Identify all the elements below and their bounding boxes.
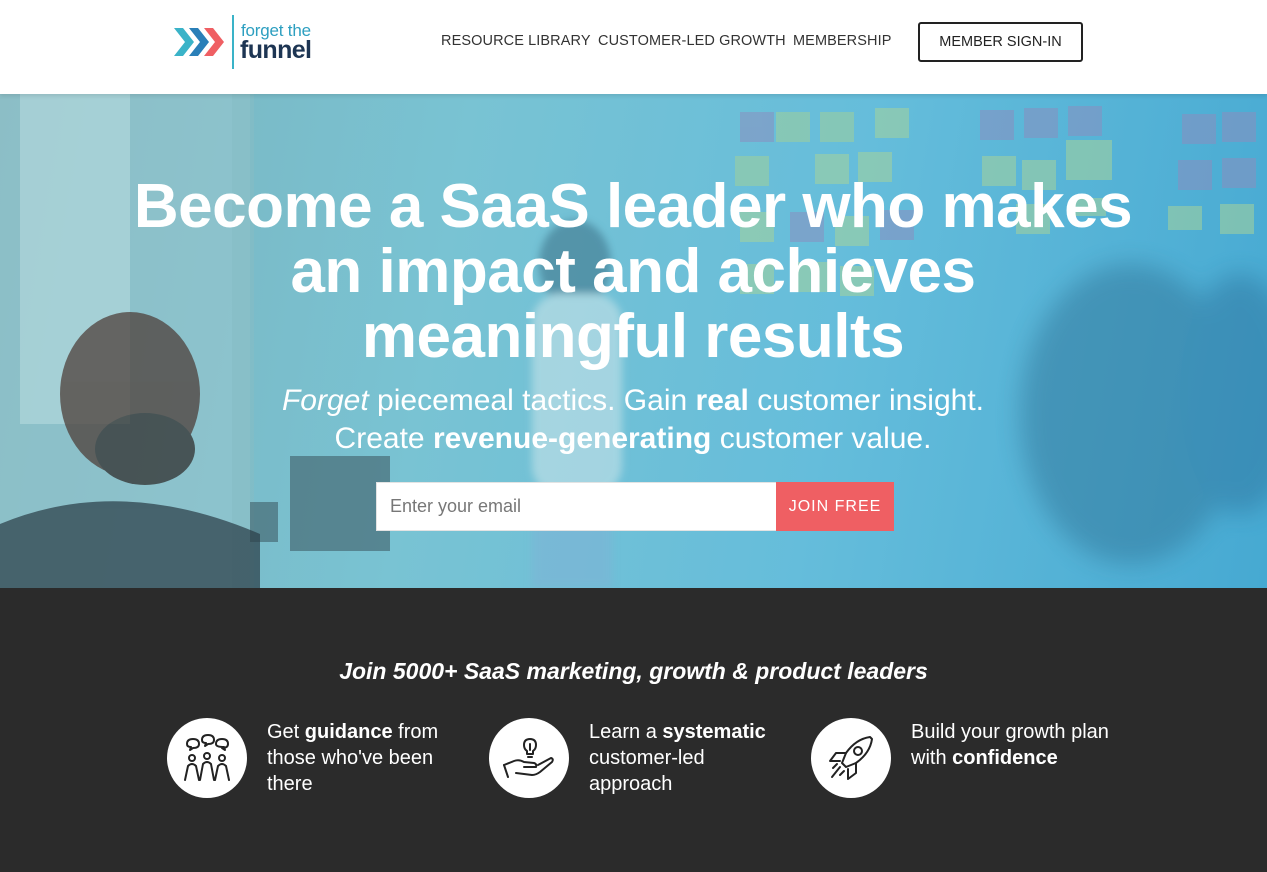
subheadline-line-2: Create revenue-generating customer value… xyxy=(133,420,1133,458)
feature-icon-circle xyxy=(811,718,891,798)
logo-divider xyxy=(232,15,234,69)
hero-subheadline: Forget piecemeal tactics. Gain real cust… xyxy=(133,382,1133,458)
feature-guidance: Get guidance from those who've been ther… xyxy=(167,718,467,798)
people-discussion-icon xyxy=(184,734,230,781)
feature-text-part: Learn a xyxy=(589,721,663,743)
hero-section: Become a SaaS leader who makes an impact… xyxy=(0,94,1267,588)
feature-text: Learn a systematic customer-led approach xyxy=(589,719,789,797)
subheadline-text: Create xyxy=(334,422,433,455)
hand-lightbulb-icon xyxy=(503,738,554,778)
chevrons-logo-icon xyxy=(174,28,224,56)
feature-systematic: Learn a systematic customer-led approach xyxy=(489,718,789,798)
site-header: forget the funnel RESOURCE LIBRARY CUSTO… xyxy=(0,0,1267,94)
feature-icon-circle xyxy=(489,718,569,798)
feature-text: Build your growth plan with confidence xyxy=(911,719,1111,771)
social-proof-heading: Join 5000+ SaaS marketing, growth & prod… xyxy=(339,658,928,684)
subheadline-forget: Forget xyxy=(281,384,369,417)
feature-text: Get guidance from those who've been ther… xyxy=(267,719,467,797)
subheadline-real: real xyxy=(695,384,749,417)
hero-headline: Become a SaaS leader who makes an impact… xyxy=(133,172,1133,371)
feature-text-bold: confidence xyxy=(952,747,1058,769)
email-input[interactable] xyxy=(376,482,776,531)
feature-text-bold: guidance xyxy=(304,721,393,743)
feature-text-part: customer-led approach xyxy=(589,747,705,795)
logo-text-bottom: funnel xyxy=(240,36,312,64)
logo[interactable]: forget the funnel xyxy=(174,15,334,69)
feature-text-part: Get xyxy=(267,721,305,743)
subheadline-text: customer value. xyxy=(711,422,932,455)
feature-confidence: Build your growth plan with confidence xyxy=(811,718,1111,798)
subheadline-text: piecemeal tactics. Gain xyxy=(368,384,696,417)
feature-text-bold: systematic xyxy=(662,721,766,743)
subheadline-revenue: revenue-generating xyxy=(432,422,712,455)
nav-resource-library[interactable]: RESOURCE LIBRARY xyxy=(441,33,591,49)
nav-customer-led-growth[interactable]: CUSTOMER-LED GROWTH xyxy=(598,33,786,49)
join-free-button[interactable]: JOIN FREE xyxy=(776,482,894,531)
feature-icon-circle xyxy=(167,718,247,798)
email-signup-form: JOIN FREE xyxy=(376,482,894,531)
nav-membership[interactable]: MEMBERSHIP xyxy=(793,33,892,49)
subheadline-line-1: Forget piecemeal tactics. Gain real cust… xyxy=(133,382,1133,420)
subheadline-text: customer insight. xyxy=(748,384,984,417)
social-proof-section: Join 5000+ SaaS marketing, growth & prod… xyxy=(0,588,1267,872)
member-sign-in-button[interactable]: MEMBER SIGN-IN xyxy=(918,22,1083,62)
rocket-icon xyxy=(829,736,873,780)
